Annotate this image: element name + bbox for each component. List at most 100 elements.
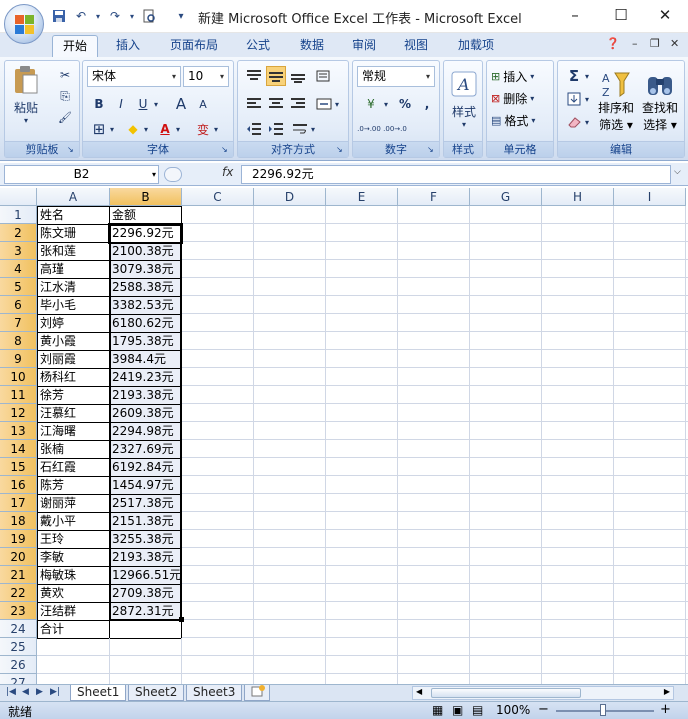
page-break-view-icon[interactable]: ▤ xyxy=(472,703,483,717)
sheet-tab-sheet3[interactable]: Sheet3 xyxy=(186,685,243,701)
maximize-button[interactable]: ☐ xyxy=(598,0,644,30)
cell-b21[interactable]: 12966.51元 xyxy=(109,566,182,585)
column-header-h[interactable]: H xyxy=(542,188,614,206)
cut-button[interactable]: ✂ xyxy=(55,65,75,85)
cell-a27[interactable] xyxy=(37,674,110,684)
zoom-in-icon[interactable]: + xyxy=(660,702,671,717)
last-sheet-icon[interactable]: ▶| xyxy=(50,687,60,697)
sheet-tab-sheet1[interactable]: Sheet1 xyxy=(70,685,127,701)
cell-b1[interactable]: 金额 xyxy=(109,206,182,225)
row-header[interactable]: 27 xyxy=(0,674,37,684)
decrease-indent-button[interactable] xyxy=(244,119,264,139)
cell-a22[interactable]: 黄欢 xyxy=(37,584,110,603)
cell-b2[interactable]: 2296.92元 xyxy=(108,223,183,244)
cell-b27[interactable] xyxy=(109,674,182,684)
font-color-button[interactable]: A xyxy=(155,119,175,139)
clear-dropdown[interactable]: ▾ xyxy=(582,112,592,132)
align-top-button[interactable] xyxy=(244,66,264,86)
cell-a12[interactable]: 汪慕红 xyxy=(37,404,110,423)
cell-a9[interactable]: 刘丽霞 xyxy=(37,350,110,369)
cell-b8[interactable]: 1795.38元 xyxy=(109,332,182,351)
cell-b10[interactable]: 2419.23元 xyxy=(109,368,182,387)
cell-b23[interactable]: 2872.31元 xyxy=(109,602,182,621)
ribbon-minimize-icon[interactable]: – xyxy=(632,37,638,50)
office-button[interactable] xyxy=(4,4,44,44)
cell-a5[interactable]: 江水清 xyxy=(37,278,110,297)
currency-button[interactable]: ¥ xyxy=(359,94,383,114)
select-all-corner[interactable] xyxy=(0,188,37,206)
help-icon[interactable]: ❓ xyxy=(606,37,620,50)
cell-a15[interactable]: 石红霞 xyxy=(37,458,110,477)
autosum-dropdown[interactable]: ▾ xyxy=(582,66,592,86)
insert-function-icon[interactable]: fx xyxy=(222,165,233,179)
cell-a4[interactable]: 高瑾 xyxy=(37,260,110,279)
cell-a1[interactable]: 姓名 xyxy=(37,206,110,225)
row-header[interactable]: 4 xyxy=(0,260,37,278)
wrap-text-dropdown[interactable]: ▾ xyxy=(308,119,318,139)
cell-a20[interactable]: 李敏 xyxy=(37,548,110,567)
cell-b7[interactable]: 6180.62元 xyxy=(109,314,182,333)
expand-formula-bar-icon[interactable]: ⌵ xyxy=(674,167,681,177)
column-header-b[interactable]: B xyxy=(110,188,182,206)
scroll-right-icon[interactable]: ▶ xyxy=(664,687,670,696)
fill-button[interactable] xyxy=(564,89,584,109)
row-header[interactable]: 21 xyxy=(0,566,37,584)
format-painter-button[interactable]: 🖌 xyxy=(55,107,75,127)
tab-insert[interactable]: 插入 xyxy=(106,35,150,57)
column-header-d[interactable]: D xyxy=(254,188,326,206)
align-right-button[interactable] xyxy=(288,94,308,114)
row-header[interactable]: 23 xyxy=(0,602,37,620)
column-header-i[interactable]: I xyxy=(614,188,686,206)
tab-review[interactable]: 审阅 xyxy=(342,35,386,57)
shrink-font-button[interactable]: A xyxy=(193,94,213,114)
number-format-select[interactable]: 常规 ▾ xyxy=(357,66,435,87)
orientation-button[interactable] xyxy=(314,66,334,86)
italic-button[interactable]: I xyxy=(111,94,131,114)
cell-b14[interactable]: 2327.69元 xyxy=(109,440,182,459)
page-layout-view-icon[interactable]: ▣ xyxy=(452,703,463,717)
cell-b18[interactable]: 2151.38元 xyxy=(109,512,182,531)
cell-b13[interactable]: 2294.98元 xyxy=(109,422,182,441)
row-header[interactable]: 2 xyxy=(0,224,37,242)
horizontal-scroll-thumb[interactable] xyxy=(431,688,581,698)
row-header[interactable]: 7 xyxy=(0,314,37,332)
row-header[interactable]: 18 xyxy=(0,512,37,530)
cell-b24[interactable] xyxy=(109,620,182,639)
cell-b25[interactable] xyxy=(109,638,182,656)
tab-home[interactable]: 开始 xyxy=(52,35,99,57)
row-header[interactable]: 13 xyxy=(0,422,37,440)
row-header[interactable]: 25 xyxy=(0,638,37,656)
undo-dropdown[interactable]: ▾ xyxy=(94,7,102,25)
row-header[interactable]: 15 xyxy=(0,458,37,476)
row-header[interactable]: 26 xyxy=(0,656,37,674)
insert-sheet-button[interactable] xyxy=(244,685,270,701)
cell-a6[interactable]: 毕小毛 xyxy=(37,296,110,315)
row-header[interactable]: 12 xyxy=(0,404,37,422)
cell-b16[interactable]: 1454.97元 xyxy=(109,476,182,495)
ribbon-restore-icon[interactable]: ❐ xyxy=(650,37,660,50)
column-header-c[interactable]: C xyxy=(182,188,254,206)
zoom-slider-thumb[interactable] xyxy=(600,704,606,716)
wrap-text-button[interactable] xyxy=(290,119,310,139)
first-sheet-icon[interactable]: |◀ xyxy=(6,687,16,697)
clear-button[interactable] xyxy=(564,112,584,132)
cell-a25[interactable] xyxy=(37,638,110,656)
align-middle-button[interactable] xyxy=(266,66,286,86)
cell-a11[interactable]: 徐芳 xyxy=(37,386,110,405)
row-header[interactable]: 17 xyxy=(0,494,37,512)
cell-b15[interactable]: 6192.84元 xyxy=(109,458,182,477)
phonetic-dropdown[interactable]: ▾ xyxy=(211,119,221,139)
styles-button[interactable]: A 样式 ▾ xyxy=(446,65,482,135)
customize-qat-button[interactable]: ▾ xyxy=(172,7,190,25)
zoom-out-icon[interactable]: − xyxy=(538,702,549,717)
redo-button[interactable]: ↷ xyxy=(106,7,124,25)
redo-dropdown[interactable]: ▾ xyxy=(128,7,136,25)
align-bottom-button[interactable] xyxy=(288,66,308,86)
tab-addins[interactable]: 加载项 xyxy=(448,35,504,57)
align-center-button[interactable] xyxy=(266,94,286,114)
row-header[interactable]: 10 xyxy=(0,368,37,386)
fill-dropdown[interactable]: ▾ xyxy=(582,89,592,109)
font-size-select[interactable]: 10 ▾ xyxy=(183,66,229,87)
row-header[interactable]: 11 xyxy=(0,386,37,404)
find-select-button[interactable]: 查找和 选择 ▾ xyxy=(638,63,682,139)
